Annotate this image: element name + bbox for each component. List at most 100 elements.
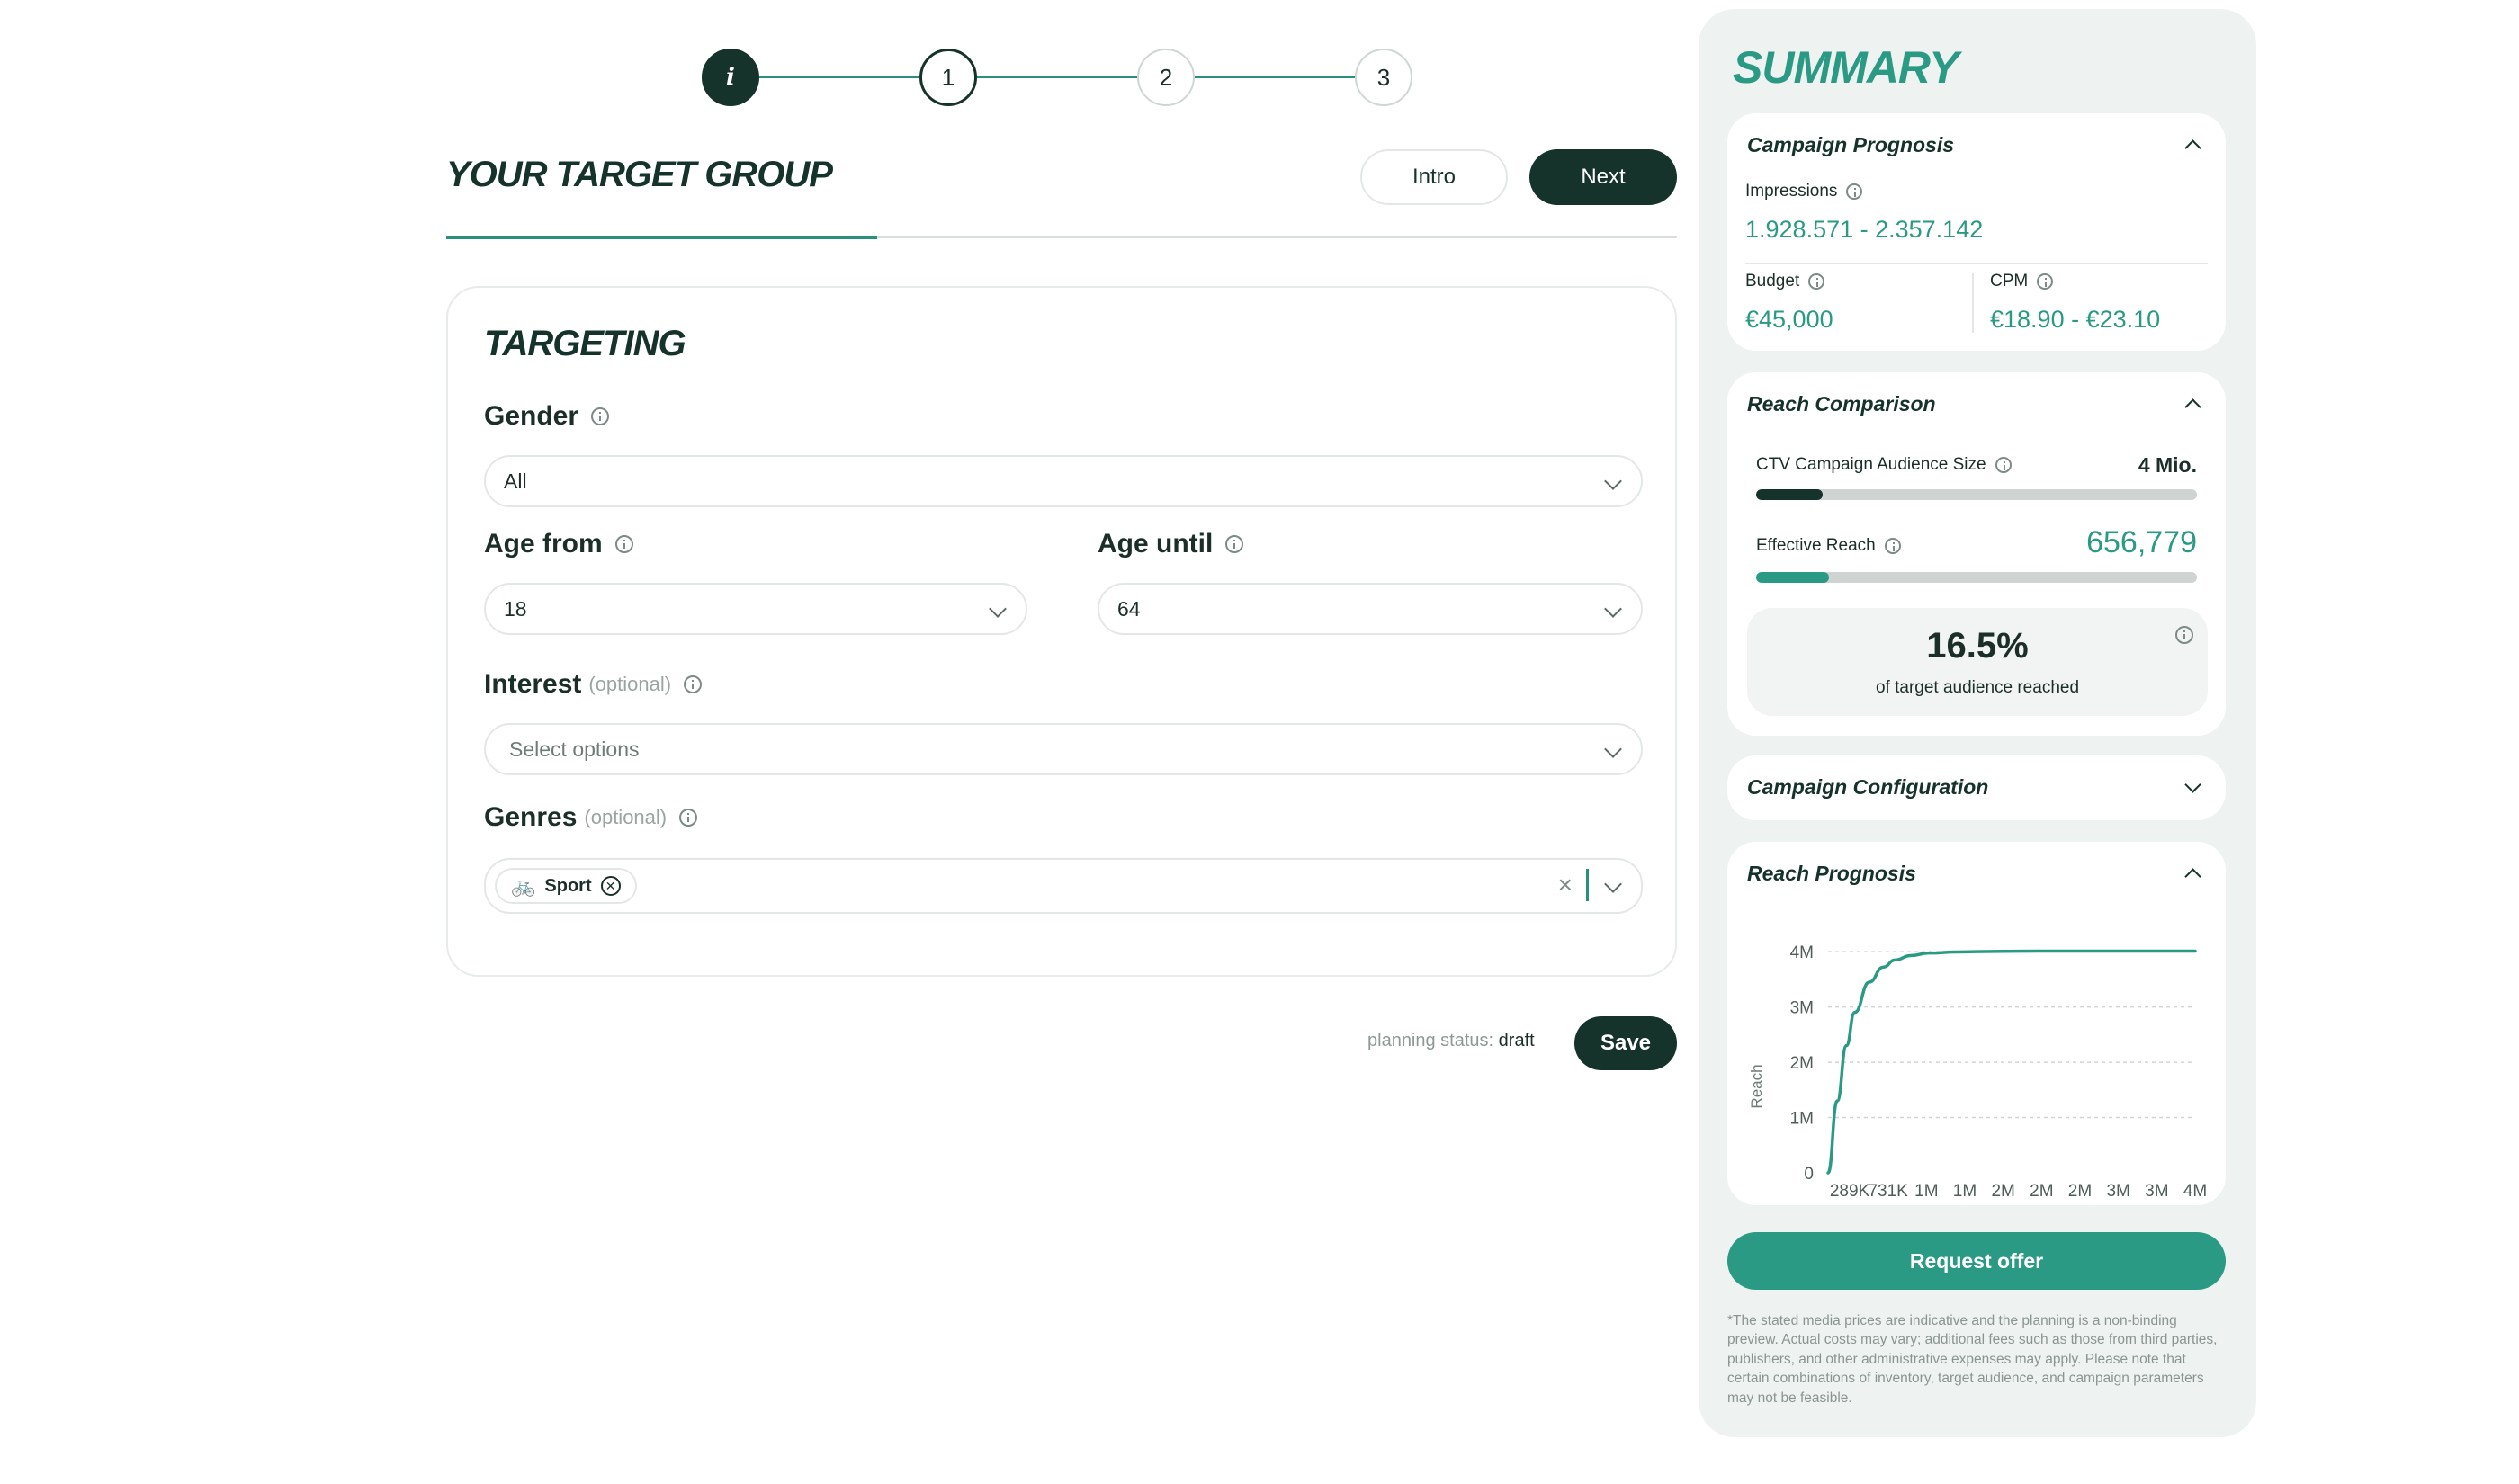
chart-x-tick-label: 1M [1953,1182,1977,1201]
audience-size-label-text: CTV Campaign Audience Size [1756,455,1986,474]
interest-placeholder: Select options [509,737,640,761]
info-icon[interactable] [591,407,610,425]
chart-y-tick-label: 2M [1790,1054,1814,1073]
effective-reach-bar [1756,572,2197,583]
impressions-label: Impressions [1745,182,1863,201]
cpm-label-text: CPM [1990,272,2029,291]
chevron-up-icon[interactable] [2184,139,2201,156]
chart-x-tick-label: 2M [1991,1182,2014,1201]
genres-label-text: Genres [484,802,578,832]
reach-comparison-title[interactable]: Reach Comparison [1747,392,1936,416]
reach-percentage: 16.5% [1926,626,2029,666]
info-icon[interactable] [1995,457,2012,473]
age-from-select[interactable]: 18 [484,583,1027,635]
planning-status: planning status: draft [1367,1031,1535,1051]
chart-y-tick-label: 1M [1790,1110,1814,1129]
planning-status-label: planning status: [1367,1031,1494,1050]
interest-optional-hint: (optional) [588,673,672,695]
effective-reach-label: Effective Reach [1756,536,1901,556]
cpm-value: €18.90 - €23.10 [1990,306,2161,333]
genre-chip-label: Sport [544,875,592,896]
effective-reach-value: 656,779 [2086,525,2197,559]
chart-x-tick-label: 289K [1830,1182,1870,1201]
chart-x-tick-label: 3M [2145,1182,2168,1201]
impressions-label-text: Impressions [1745,182,1838,201]
stepper-line [977,76,1137,78]
chart-y-tick-label: 0 [1804,1165,1814,1184]
summary-title: SUMMARY [1733,42,1959,93]
info-icon[interactable] [1884,538,1901,554]
gender-select[interactable]: All [484,455,1643,507]
stepper-line [759,76,919,78]
genres-label: Genres (optional) [484,802,698,833]
audience-size-bar-fill [1756,489,1823,500]
info-icon[interactable] [684,675,703,693]
reach-percentage-box: 16.5% of target audience reached [1747,608,2208,716]
targeting-title: TARGETING [484,324,686,363]
chevron-down-icon[interactable] [1604,875,1622,893]
gender-select-value: All [504,469,527,493]
divider [1972,273,1974,333]
genres-optional-hint: (optional) [584,806,668,828]
chevron-up-icon[interactable] [2184,868,2201,885]
section-progress-bar [446,236,1677,239]
audience-size-value: 4 Mio. [2138,453,2197,477]
impressions-value: 1.928.571 - 2.357.142 [1745,216,1984,243]
chart-x-tick-label: 731K [1868,1182,1908,1201]
info-icon[interactable] [1846,183,1863,200]
effective-reach-bar-fill [1756,572,1829,583]
step-info[interactable]: i [702,49,759,106]
targeting-card: TARGETING Gender All Age from 18 Age unt… [446,286,1677,977]
chart-y-axis-label: Reach [1748,1064,1765,1108]
budget-value: €45,000 [1745,306,1833,333]
chart-x-tick-label: 2M [2030,1182,2053,1201]
info-icon[interactable] [2175,626,2193,644]
info-icon[interactable] [1225,535,1244,553]
step-1[interactable]: 1 [919,49,977,106]
chart-x-tick-label: 1M [1914,1182,1938,1201]
chart-y-tick-label: 4M [1790,943,1814,962]
campaign-prognosis-title[interactable]: Campaign Prognosis [1747,133,1954,157]
campaign-configuration-panel[interactable]: Campaign Configuration [1727,755,2226,820]
request-offer-button[interactable]: Request offer [1727,1232,2226,1290]
section-progress-fill [446,236,877,239]
clear-icon[interactable]: × [1558,871,1573,899]
next-button[interactable]: Next [1529,149,1677,205]
info-icon[interactable] [614,535,633,553]
effective-reach-label-text: Effective Reach [1756,536,1876,555]
age-until-select[interactable]: 64 [1098,583,1643,635]
info-icon[interactable] [1808,273,1825,290]
cpm-label: CPM [1990,272,2054,291]
genres-select[interactable]: 🚲 Sport ✕ × [484,858,1643,914]
page-title: YOUR TARGET GROUP [446,155,833,194]
age-from-select-value: 18 [504,596,527,621]
save-button[interactable]: Save [1574,1016,1677,1070]
info-icon[interactable] [679,809,698,827]
reach-prognosis-panel: Reach Prognosis 0 1M 2M 3M 4M 289K 731K 1M 1M 2M 2… [1727,842,2226,1205]
budget-label-text: Budget [1745,272,1800,291]
planning-status-value: draft [1498,1031,1535,1050]
age-until-label: Age until [1098,529,1244,559]
reach-prognosis-title[interactable]: Reach Prognosis [1747,862,1916,886]
chevron-down-icon[interactable] [2184,776,2201,793]
divider [1745,263,2208,264]
step-3[interactable]: 3 [1355,49,1412,106]
info-icon[interactable] [2037,273,2054,290]
step-2[interactable]: 2 [1137,49,1195,106]
chart-x-tick-label: 4M [2183,1182,2207,1201]
campaign-prognosis-panel: Campaign Prognosis Impressions 1.928.571… [1727,113,2226,351]
disclaimer-text: *The stated media prices are indicative … [1727,1313,2218,1406]
chevron-down-icon [989,600,1007,618]
chevron-down-icon [1604,740,1622,758]
chevron-up-icon[interactable] [2184,398,2201,416]
gender-label-text: Gender [484,401,579,431]
remove-chip-icon[interactable]: ✕ [600,876,621,896]
interest-select[interactable]: Select options [484,723,1643,775]
campaign-configuration-title[interactable]: Campaign Configuration [1747,775,1988,800]
stepper: i 1 2 3 [702,49,1421,112]
chart-x-tick-label: 2M [2068,1182,2092,1201]
genre-chip-sport: 🚲 Sport ✕ [495,868,637,904]
interest-label: Interest (optional) [484,669,703,700]
gender-label: Gender [484,401,610,432]
intro-button[interactable]: Intro [1360,149,1508,205]
